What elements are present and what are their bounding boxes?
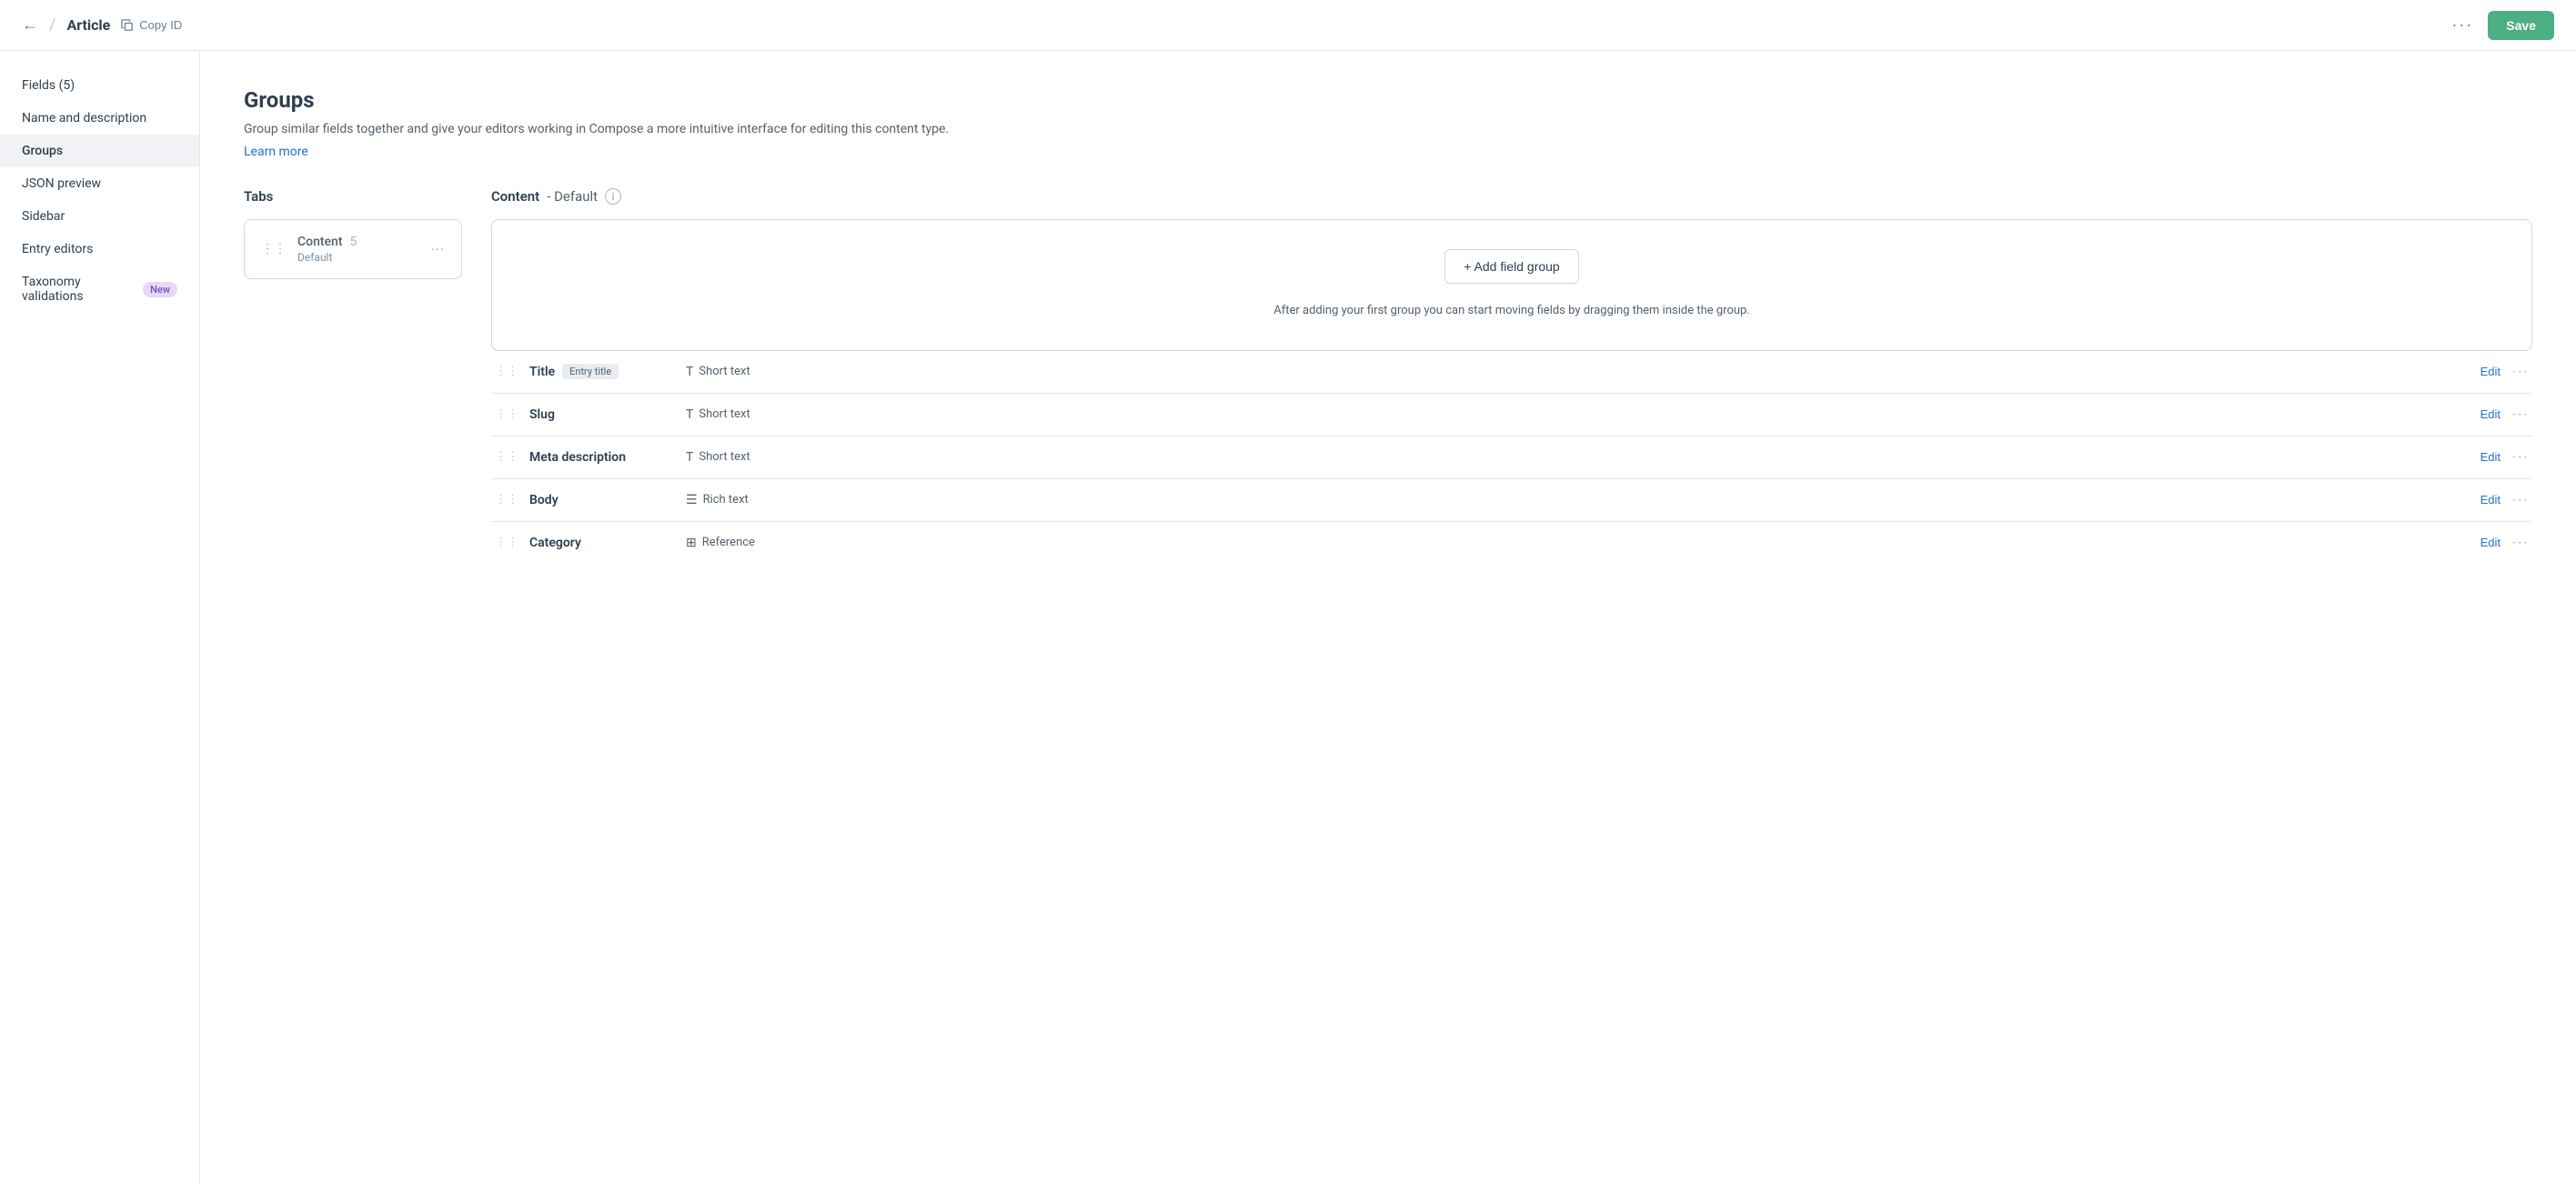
fields-table: ⋮⋮ Title Entry title T Short text Edit ·…	[491, 351, 2532, 564]
field-more-button[interactable]: ···	[2511, 449, 2529, 466]
topbar-right: ··· Save	[2451, 11, 2554, 40]
copy-icon	[121, 19, 134, 32]
drag-handle-icon: ⋮⋮	[495, 493, 518, 507]
more-options-button[interactable]: ···	[2451, 15, 2473, 35]
edit-button[interactable]: Edit	[2480, 536, 2501, 549]
field-type: ⊞ Reference	[686, 536, 2470, 550]
sidebar-item-name[interactable]: Name and description	[0, 102, 199, 135]
field-actions: Edit ···	[2480, 406, 2529, 423]
save-button[interactable]: Save	[2488, 11, 2554, 40]
edit-button[interactable]: Edit	[2480, 450, 2501, 464]
new-badge: New	[143, 282, 177, 297]
field-name: Slug	[529, 407, 675, 422]
field-more-button[interactable]: ···	[2511, 406, 2529, 423]
type-icon: ⊞	[686, 536, 697, 550]
sidebar-item-sidebar[interactable]: Sidebar	[0, 200, 199, 233]
sidebar-item-entry-editors[interactable]: Entry editors	[0, 233, 199, 266]
tab-drag-handle: ⋮⋮	[261, 242, 287, 256]
field-actions: Edit ···	[2480, 364, 2529, 380]
add-group-box: + Add field group After adding your firs…	[491, 219, 2532, 351]
sidebar-item-groups[interactable]: Groups	[0, 135, 199, 167]
field-type: ☰ Rich text	[686, 493, 2470, 507]
edit-button[interactable]: Edit	[2480, 493, 2501, 507]
sidebar-item-taxonomy[interactable]: Taxonomy validations New	[0, 266, 199, 313]
field-type: T Short text	[686, 450, 2470, 465]
type-icon: T	[686, 407, 693, 422]
drag-handle-icon: ⋮⋮	[495, 536, 518, 549]
tabs-label: Tabs	[244, 188, 462, 205]
layout: Fields (5) Name and description Groups J…	[0, 51, 2576, 1184]
topbar-left: ← / Article Copy ID	[22, 15, 182, 35]
table-row: ⋮⋮ Slug T Short text Edit ···	[491, 394, 2532, 436]
tabs-section: Tabs ⋮⋮ Content 5 Default ···	[244, 188, 462, 564]
tab-more-button[interactable]: ···	[430, 241, 445, 258]
content-type-title: Article	[66, 16, 110, 34]
sidebar-item-json[interactable]: JSON preview	[0, 167, 199, 200]
tab-info: Content 5 Default	[297, 235, 419, 264]
edit-button[interactable]: Edit	[2480, 365, 2501, 378]
drag-handle-icon: ⋮⋮	[495, 407, 518, 421]
add-field-group-button[interactable]: + Add field group	[1444, 249, 1578, 284]
tab-count: 5	[350, 235, 357, 249]
topbar-divider: /	[49, 15, 55, 35]
info-icon[interactable]: i	[605, 188, 621, 205]
content-header: Content - Default i	[491, 188, 2532, 205]
table-row: ⋮⋮ Title Entry title T Short text Edit ·…	[491, 351, 2532, 394]
tab-name: Content 5	[297, 235, 419, 249]
type-icon: T	[686, 365, 693, 379]
add-group-hint: After adding your first group you can st…	[514, 302, 2510, 321]
field-name: Body	[529, 493, 675, 507]
copy-id-button[interactable]: Copy ID	[121, 18, 182, 32]
type-icon: ☰	[686, 493, 698, 507]
content-section: Content - Default i + Add field group Af…	[491, 188, 2532, 564]
tab-default-label: Default	[297, 251, 419, 264]
table-row: ⋮⋮ Meta description T Short text Edit ··…	[491, 436, 2532, 479]
field-name: Category	[529, 536, 675, 550]
table-row: ⋮⋮ Body ☰ Rich text Edit ···	[491, 479, 2532, 522]
page-description: Group similar fields together and give y…	[244, 120, 2532, 139]
field-more-button[interactable]: ···	[2511, 492, 2529, 508]
edit-button[interactable]: Edit	[2480, 407, 2501, 421]
field-type: T Short text	[686, 365, 2470, 379]
main-content: Groups Group similar fields together and…	[200, 51, 2576, 1184]
learn-more-link[interactable]: Learn more	[244, 145, 308, 159]
type-icon: T	[686, 450, 693, 465]
field-type: T Short text	[686, 407, 2470, 422]
field-actions: Edit ···	[2480, 449, 2529, 466]
topbar: ← / Article Copy ID ··· Save	[0, 0, 2576, 51]
field-actions: Edit ···	[2480, 535, 2529, 551]
field-name: Meta description	[529, 450, 675, 465]
drag-handle-icon: ⋮⋮	[495, 365, 518, 378]
entry-title-badge: Entry title	[562, 364, 619, 379]
drag-handle-icon: ⋮⋮	[495, 450, 518, 464]
groups-layout: Tabs ⋮⋮ Content 5 Default ··· Con	[244, 188, 2532, 564]
sidebar-item-fields[interactable]: Fields (5)	[0, 69, 199, 102]
page-title: Groups	[244, 87, 2532, 113]
sidebar: Fields (5) Name and description Groups J…	[0, 51, 200, 1184]
field-name: Title Entry title	[529, 364, 675, 379]
field-more-button[interactable]: ···	[2511, 364, 2529, 380]
field-actions: Edit ···	[2480, 492, 2529, 508]
field-more-button[interactable]: ···	[2511, 535, 2529, 551]
content-header-sub: - Default	[547, 188, 598, 205]
back-button[interactable]: ←	[22, 15, 38, 35]
content-tab-card[interactable]: ⋮⋮ Content 5 Default ···	[244, 219, 462, 279]
table-row: ⋮⋮ Category ⊞ Reference Edit ···	[491, 522, 2532, 564]
